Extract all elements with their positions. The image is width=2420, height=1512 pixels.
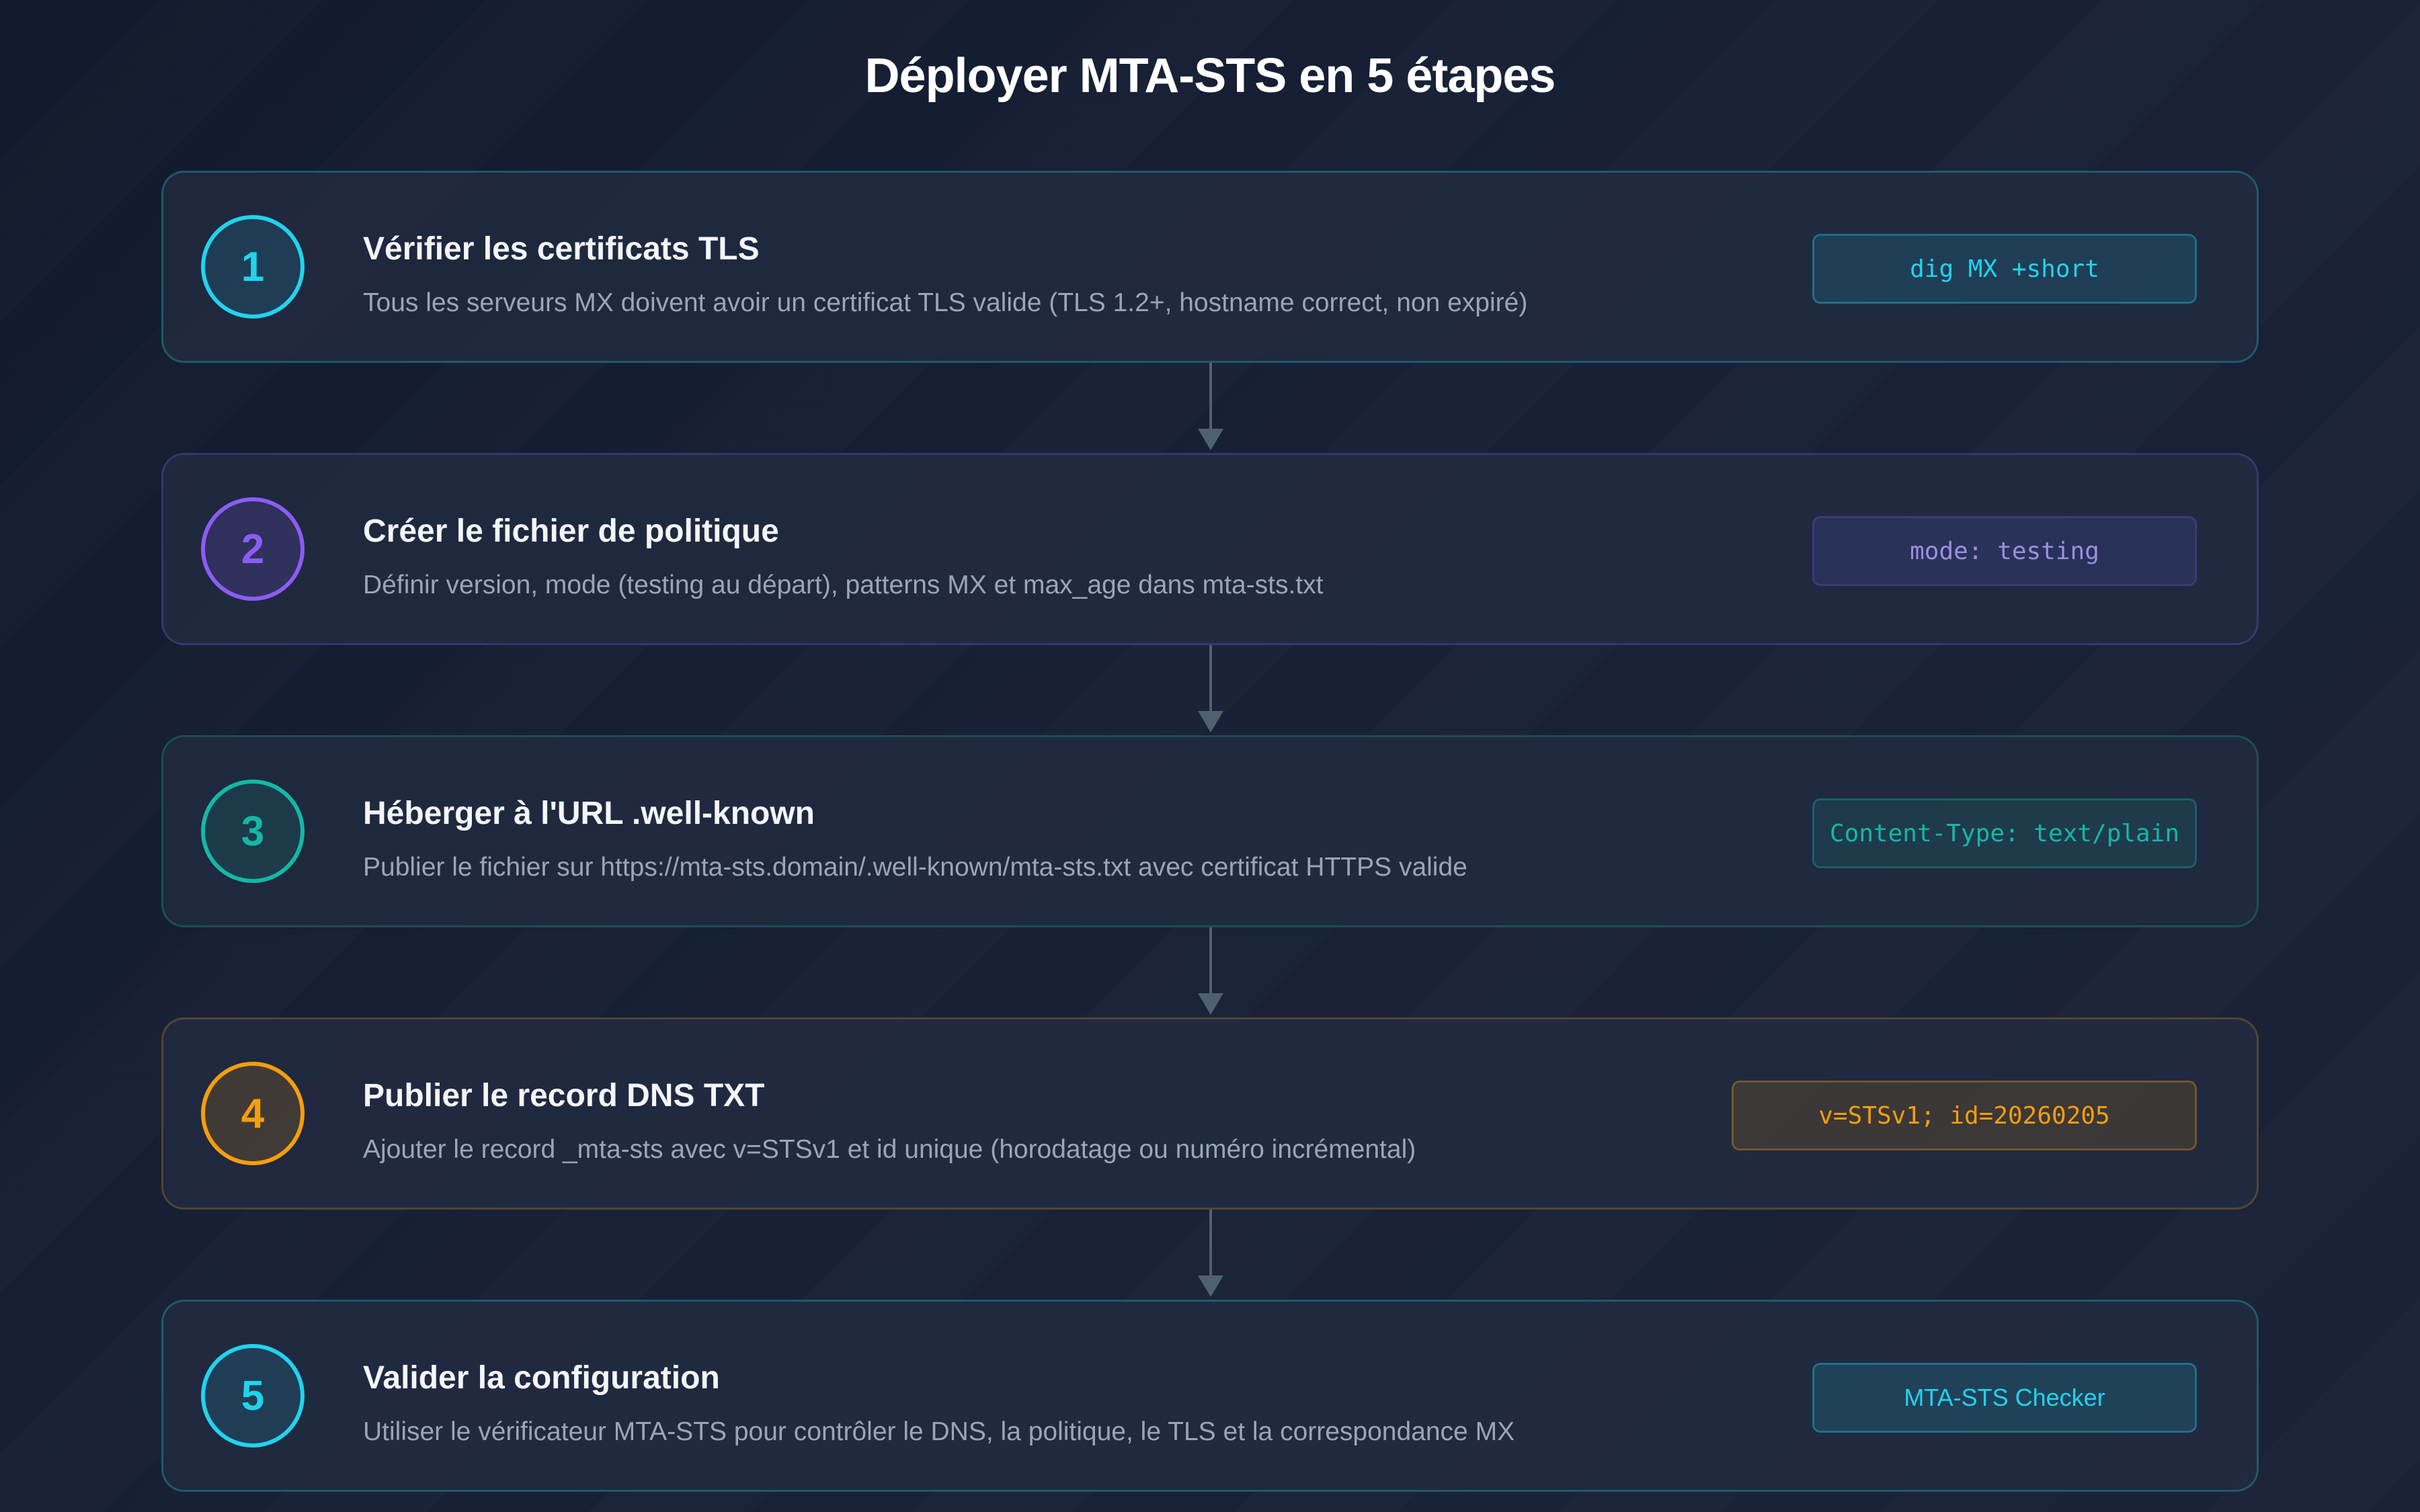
mta-sts-checker-button[interactable]: MTA-STS Checker: [1812, 1363, 2197, 1433]
step-number-2: 2: [201, 497, 305, 601]
step-number-4: 4: [201, 1062, 305, 1165]
step-badge-3: Content-Type: text/plain: [1812, 798, 2197, 868]
connector-arrow-2: [1198, 645, 1223, 738]
step-description-3: Publier le fichier sur https://mta-sts.d…: [363, 853, 1467, 882]
step-number-1: 1: [201, 215, 305, 319]
step-card-5: 5 Valider la configuration Utiliser le v…: [161, 1300, 2259, 1492]
step-description-1: Tous les serveurs MX doivent avoir un ce…: [363, 288, 1528, 317]
step-title-5: Valider la configuration: [363, 1360, 720, 1396]
step-badge-4: v=STSv1; id=20260205: [1732, 1081, 2197, 1150]
step-card-1: 1 Vérifier les certificats TLS Tous les …: [161, 171, 2259, 363]
step-title-3: Héberger à l'URL .well-known: [363, 796, 815, 831]
page-title: Déployer MTA-STS en 5 étapes: [864, 49, 1556, 103]
step-badge-2: mode: testing: [1812, 516, 2197, 586]
step-description-5: Utiliser le vérificateur MTA-STS pour co…: [363, 1417, 1515, 1446]
step-title-2: Créer le fichier de politique: [363, 513, 779, 549]
connector-arrow-4: [1198, 1210, 1223, 1302]
step-card-3: 3 Héberger à l'URL .well-known Publier l…: [161, 735, 2259, 927]
step-card-4: 4 Publier le record DNS TXT Ajouter le r…: [161, 1017, 2259, 1210]
connector-arrow-3: [1198, 927, 1223, 1020]
step-card-2: 2 Créer le fichier de politique Définir …: [161, 453, 2259, 645]
step-description-2: Définir version, mode (testing au départ…: [363, 571, 1324, 599]
step-badge-1: dig MX +short: [1812, 234, 2197, 304]
step-title-4: Publier le record DNS TXT: [363, 1078, 765, 1114]
step-description-4: Ajouter le record _mta-sts avec v=STSv1 …: [363, 1135, 1416, 1164]
step-number-5: 5: [201, 1344, 305, 1447]
step-number-3: 3: [201, 780, 305, 883]
connector-arrow-1: [1198, 363, 1223, 456]
step-title-1: Vérifier les certificats TLS: [363, 231, 760, 267]
